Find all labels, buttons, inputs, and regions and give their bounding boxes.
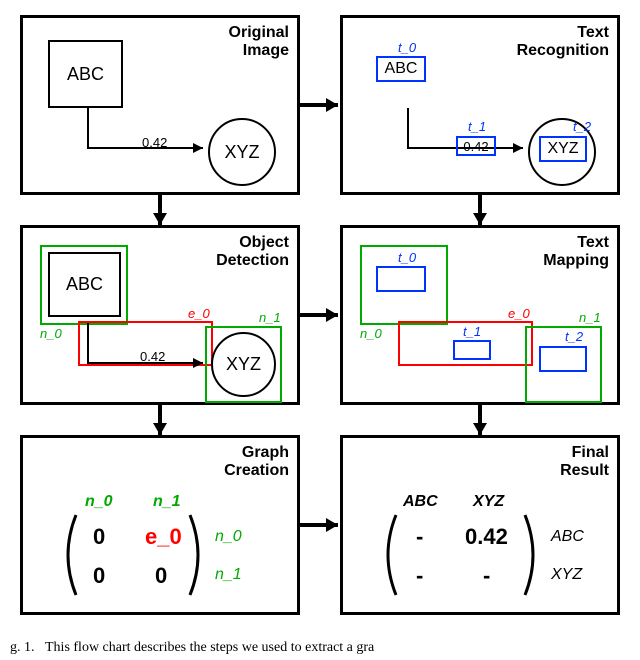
node-circle-xyz-3: XYZ [211,332,276,397]
caption-text: This flow chart describes the steps we u… [45,640,374,655]
edge-arrow [83,103,223,163]
title-line-1: Graph [242,444,289,461]
t1-box: 0.42 [456,136,496,156]
t2-box-2 [539,346,587,372]
panel-object-detection: Object Detection n_0 ABC e_0 0.42 n_1 XY… [20,225,300,405]
res-col-0: ABC [403,493,438,511]
res-0-1: 0.42 [465,524,508,550]
edge-weight-text-3: 0.42 [140,349,165,364]
res-1-0: - [416,563,423,589]
n1-label: n_1 [259,310,281,325]
panel-title: Original Image [229,24,289,60]
t2-box: XYZ [539,136,587,162]
panel-title: Final Result [560,444,609,480]
t1-box-2 [453,340,491,360]
t2-text: XYZ [547,140,578,158]
mat-1-0: 0 [93,563,105,589]
title-line-1: Final [572,444,609,461]
panel-graph-creation: Graph Creation n_0 n_1 0 e_0 0 0 n_0 n_1 [20,435,300,615]
title-line-2: Recognition [517,42,609,59]
title-line-2: Creation [224,462,289,479]
res-row-0: ABC [551,528,584,546]
panel-title: Text Mapping [543,234,609,270]
panel-original-image: Original Image ABC 0.42 XYZ [20,15,300,195]
t0-box: ABC [376,56,426,82]
title-line-2: Mapping [543,252,609,269]
mat-col-1: n_1 [153,493,181,511]
t2-label: t_2 [573,119,591,134]
panel-final-result: Final Result ABC XYZ - 0.42 - - ABC XYZ [340,435,620,615]
title-line-2: Image [243,42,289,59]
title-line-1: Text [577,234,609,251]
panel-text-recognition: Text Recognition t_0 ABC t_1 0.42 t_2 XY… [340,15,620,195]
n1-label-2: n_1 [579,310,601,325]
res-row-1: XYZ [551,566,582,584]
panel-title: Text Recognition [517,24,609,60]
t0-box-2 [376,266,426,292]
panel-title: Object Detection [216,234,289,270]
mat-0-0: 0 [93,524,105,550]
node-square-abc-3: ABC [48,252,121,317]
matrix-parens [58,513,208,598]
n0-label-2: n_0 [360,326,382,341]
t0-label: t_0 [398,40,416,55]
figure-caption: g. 1. This flow chart describes the step… [10,640,630,656]
result-parens [378,513,543,598]
res-col-1: XYZ [473,493,504,511]
res-1-1: - [483,563,490,589]
panel-title: Graph Creation [224,444,289,480]
title-line-2: Detection [216,252,289,269]
title-line-1: Object [239,234,289,251]
res-0-0: - [416,524,423,550]
mat-col-0: n_0 [85,493,113,511]
mat-0-1: e_0 [145,524,182,550]
caption-prefix: g. 1. [10,640,35,655]
node-circle-xyz: XYZ [208,118,276,186]
edge-arrow-3 [83,318,223,378]
abc-text-3: ABC [66,274,103,295]
t1-label-2: t_1 [463,324,481,339]
diagram-canvas: Original Image ABC 0.42 XYZ Text Recogni… [0,0,640,660]
title-line-2: Result [560,462,609,479]
panel-text-mapping: Text Mapping n_0 t_0 e_0 t_1 n_1 t_2 [340,225,620,405]
t0-text: ABC [385,60,418,78]
xyz-text-3: XYZ [226,354,261,375]
mat-1-1: 0 [155,563,167,589]
title-line-1: Original [229,24,289,41]
t1-label: t_1 [468,119,486,134]
xyz-text: XYZ [224,142,259,163]
t2-label-2: t_2 [565,329,583,344]
mat-row-1: n_1 [215,566,242,584]
title-line-1: Text [577,24,609,41]
mat-row-0: n_0 [215,528,242,546]
n0-label: n_0 [40,326,62,341]
e0-label-2: e_0 [508,306,530,321]
node-square-abc: ABC [48,40,123,108]
abc-text: ABC [67,64,104,85]
t1-text: 0.42 [463,139,488,154]
edge-weight-text: 0.42 [142,135,167,150]
t0-label-2: t_0 [398,250,416,265]
